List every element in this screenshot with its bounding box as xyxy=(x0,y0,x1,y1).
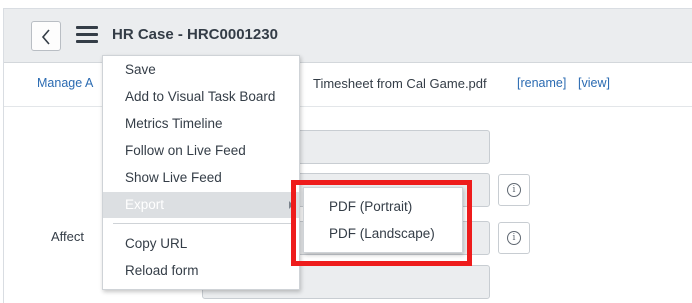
menu-item-reload-form[interactable]: Reload form xyxy=(103,258,299,284)
attachment-file-name[interactable]: Timesheet from Cal Game.pdf xyxy=(313,76,487,91)
manage-attachments-link[interactable]: Manage A xyxy=(37,76,93,90)
back-button[interactable] xyxy=(31,21,61,51)
menu-item-save[interactable]: Save xyxy=(103,57,299,83)
info-icon: i xyxy=(507,183,521,197)
affected-field-label: Affect xyxy=(51,229,85,244)
hamburger-menu-icon[interactable] xyxy=(76,26,98,44)
menu-item-add-to-visual-task-board[interactable]: Add to Visual Task Board xyxy=(103,84,299,110)
menu-item-export[interactable]: Export xyxy=(103,192,299,218)
page-title: HR Case - HRC0001230 xyxy=(112,26,278,43)
menu-item-metrics-timeline[interactable]: Metrics Timeline xyxy=(103,111,299,137)
menu-item-export-label: Export xyxy=(125,197,165,212)
info-button[interactable]: i xyxy=(498,174,530,206)
chevron-left-icon xyxy=(41,29,50,45)
menu-item-copy-url[interactable]: Copy URL xyxy=(103,231,299,257)
menu-item-show-live-feed[interactable]: Show Live Feed xyxy=(103,165,299,191)
info-button[interactable]: i xyxy=(498,222,530,254)
annotation-highlight-box xyxy=(291,180,472,266)
context-menu: Save Add to Visual Task Board Metrics Ti… xyxy=(102,55,300,290)
top-strip xyxy=(0,0,692,8)
rename-link[interactable]: [rename] xyxy=(517,76,566,90)
menu-separator xyxy=(113,223,291,224)
page: HR Case - HRC0001230 Manage A Timesheet … xyxy=(0,0,692,303)
menu-item-follow-on-live-feed[interactable]: Follow on Live Feed xyxy=(103,138,299,164)
view-link[interactable]: [view] xyxy=(578,76,610,90)
info-icon: i xyxy=(507,231,521,245)
